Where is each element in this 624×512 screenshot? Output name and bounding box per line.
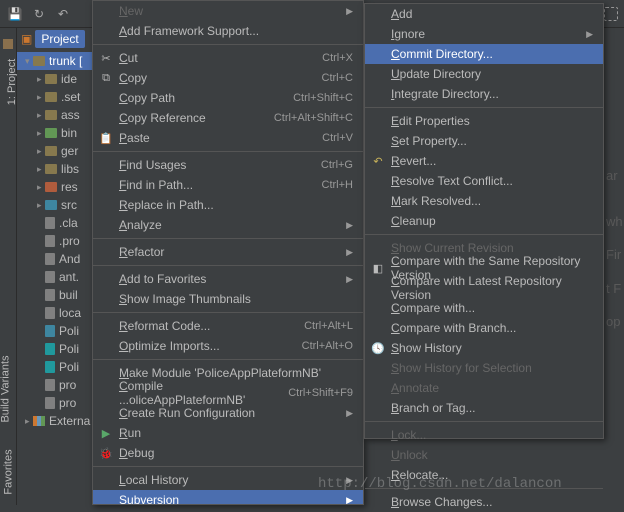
menu-item[interactable]: Copy PathCtrl+Shift+C <box>93 88 363 108</box>
project-tab-selector[interactable]: Project <box>35 30 84 48</box>
project-panel: ▣ Project ▾trunk [▸ide▸.set▸ass▸bin▸ger▸… <box>17 28 95 505</box>
menu-item[interactable]: Edit Properties <box>365 111 603 131</box>
tree-item[interactable]: loca <box>17 304 95 322</box>
project-tree[interactable]: ▾trunk [▸ide▸.set▸ass▸bin▸ger▸libs▸res▸s… <box>17 50 95 432</box>
menu-item[interactable]: Commit Directory... <box>365 44 603 64</box>
paste-icon: 📋 <box>99 131 113 145</box>
menu-item[interactable]: Local History▶ <box>93 470 363 490</box>
bg-text: t F <box>606 281 621 296</box>
menu-item: Show History for Selection <box>365 358 603 378</box>
tree-item[interactable]: Poli <box>17 322 95 340</box>
tree-item[interactable]: Poli <box>17 358 95 376</box>
tree-item[interactable]: ▸src <box>17 196 95 214</box>
tree-item[interactable]: ▸ass <box>17 106 95 124</box>
menu-item[interactable]: Branch or Tag... <box>365 398 603 418</box>
tree-item[interactable]: buil <box>17 286 95 304</box>
copy-icon: ⧉ <box>99 71 113 85</box>
project-panel-header: ▣ Project <box>17 28 95 50</box>
tree-item[interactable]: ▸res <box>17 178 95 196</box>
menu-item: Lock... <box>365 425 603 445</box>
menu-item[interactable]: Find in Path...Ctrl+H <box>93 175 363 195</box>
menu-item[interactable]: Show Image Thumbnails <box>93 289 363 309</box>
menu-item: Annotate <box>365 378 603 398</box>
menu-item[interactable]: Subversion▶ <box>93 490 363 505</box>
tree-item[interactable]: ▸ger <box>17 142 95 160</box>
left-sidebar-tabs: 1: Project Build Variants Favorites <box>0 28 17 505</box>
menu-item[interactable]: Add Framework Support... <box>93 21 363 41</box>
sidebar-tab-favorites[interactable]: Favorites <box>3 449 15 494</box>
bg-text: op <box>606 314 620 329</box>
cut-icon: ✂ <box>99 51 113 65</box>
menu-item[interactable]: Find UsagesCtrl+G <box>93 155 363 175</box>
menu-item[interactable]: Compare with Branch... <box>365 318 603 338</box>
history-icon: 🕓 <box>371 341 385 355</box>
run-icon: ▶ <box>99 426 113 440</box>
revert-icon: ↶ <box>371 154 385 168</box>
menu-item[interactable]: Browse Changes... <box>365 492 603 512</box>
tree-item[interactable]: ▸.set <box>17 88 95 106</box>
menu-item[interactable]: Optimize Imports...Ctrl+Alt+O <box>93 336 363 356</box>
menu-item[interactable]: Mark Resolved... <box>365 191 603 211</box>
menu-item[interactable]: Set Property... <box>365 131 603 151</box>
refresh-icon[interactable]: ↻ <box>30 5 48 23</box>
debug-icon: 🐞 <box>99 446 113 460</box>
tree-item[interactable]: Poli <box>17 340 95 358</box>
menu-item[interactable]: ↶Revert... <box>365 151 603 171</box>
context-menu: New▶Add Framework Support...✂CutCtrl+X⧉C… <box>92 0 364 505</box>
tree-item[interactable]: ▸ide <box>17 70 95 88</box>
menu-item[interactable]: Resolve Text Conflict... <box>365 171 603 191</box>
bg-text: Fir <box>606 247 621 262</box>
menu-item[interactable]: Replace in Path... <box>93 195 363 215</box>
menu-item[interactable]: Add to Favorites▶ <box>93 269 363 289</box>
tree-item[interactable]: ▸bin <box>17 124 95 142</box>
menu-item[interactable]: Cleanup <box>365 211 603 231</box>
tree-item[interactable]: .pro <box>17 232 95 250</box>
subversion-submenu: AddIgnore▶Commit Directory...Update Dire… <box>364 3 604 439</box>
menu-item[interactable]: Ignore▶ <box>365 24 603 44</box>
tree-item[interactable]: ant. <box>17 268 95 286</box>
tree-item[interactable]: ▾trunk [ <box>17 52 95 70</box>
save-icon[interactable]: 💾 <box>6 5 24 23</box>
search-icon[interactable] <box>604 7 618 21</box>
tree-item[interactable]: ▸libs <box>17 160 95 178</box>
diff-icon: ◧ <box>371 261 385 275</box>
tree-item[interactable]: ▸Externa <box>17 412 95 430</box>
menu-item[interactable]: Add <box>365 4 603 24</box>
menu-item[interactable]: ✂CutCtrl+X <box>93 48 363 68</box>
menu-item[interactable]: Update Directory <box>365 64 603 84</box>
menu-item[interactable]: ▶Run <box>93 423 363 443</box>
menu-item[interactable]: 📋PasteCtrl+V <box>93 128 363 148</box>
tree-item[interactable]: pro <box>17 376 95 394</box>
menu-item[interactable]: ⧉CopyCtrl+C <box>93 68 363 88</box>
menu-item[interactable]: Analyze▶ <box>93 215 363 235</box>
tree-item[interactable]: .cla <box>17 214 95 232</box>
menu-item[interactable]: 🕓Show History <box>365 338 603 358</box>
menu-item[interactable]: Compile ...oliceAppPlateformNB'Ctrl+Shif… <box>93 383 363 403</box>
project-icon: ▣ <box>21 32 32 46</box>
menu-item[interactable]: Copy ReferenceCtrl+Alt+Shift+C <box>93 108 363 128</box>
sidebar-tab-build[interactable]: Build Variants <box>0 355 12 422</box>
menu-item[interactable]: Reformat Code...Ctrl+Alt+L <box>93 316 363 336</box>
tree-item[interactable]: pro <box>17 394 95 412</box>
menu-item[interactable]: Integrate Directory... <box>365 84 603 104</box>
menu-item[interactable]: 🐞Debug <box>93 443 363 463</box>
menu-item: New▶ <box>93 1 363 21</box>
menu-item[interactable]: Compare with... <box>365 298 603 318</box>
bg-text: wh <box>606 214 623 229</box>
menu-item[interactable]: Relocate... <box>365 465 603 485</box>
menu-item[interactable]: Compare with Latest Repository Version <box>365 278 603 298</box>
bg-text: ar <box>606 168 618 183</box>
menu-item[interactable]: Create Run Configuration▶ <box>93 403 363 423</box>
menu-item: Unlock <box>365 445 603 465</box>
menu-item[interactable]: Refactor▶ <box>93 242 363 262</box>
undo-icon[interactable]: ↶ <box>54 5 72 23</box>
tree-item[interactable]: And <box>17 250 95 268</box>
